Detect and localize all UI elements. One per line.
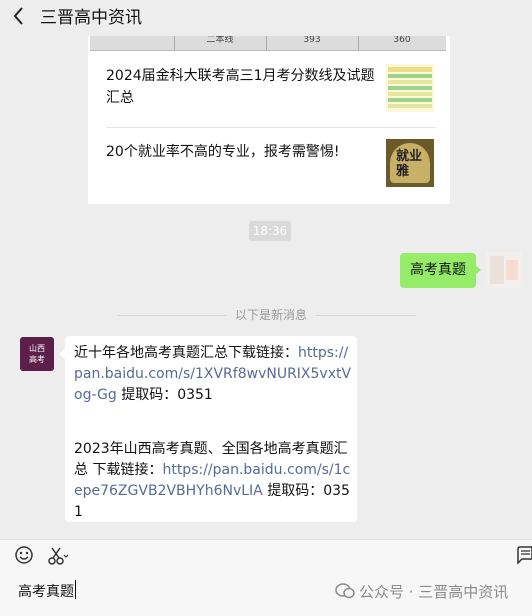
article-title[interactable]: 2024届金科大联考高三1月考分数线及试题汇总 [106,65,376,109]
bot-avatar-text: 高考 [29,355,45,364]
bot-avatar[interactable]: 山西 高考 [20,337,54,371]
chat-title: 三晋高中资讯 [40,8,142,28]
table-cell [90,36,175,50]
message-input[interactable]: 高考真题 [18,581,74,601]
bot-avatar-text: 山西 [29,344,45,353]
my-avatar[interactable] [486,252,522,288]
article-thumbnail: 就业 雅 [386,139,434,187]
table-cell: 二本线 [174,36,267,50]
avatar-shape [490,256,504,284]
wechat-official-icon [335,583,355,599]
card-divider [106,127,436,128]
table-image-strip: 二本线 393 360 [90,36,446,51]
chat-bubble-icon[interactable] [516,545,532,565]
back-icon[interactable] [12,4,26,33]
divider-line [118,315,226,316]
bot-message-bubble[interactable]: 近十年各地高考真题汇总下载链接：https://pan.baidu.com/s/… [65,336,357,522]
scissors-icon[interactable] [47,546,69,566]
article-card[interactable]: 二本线 393 360 2024届金科大联考高三1月考分数线及试题汇总 20个就… [88,36,450,204]
extract-code: 提取码：0351 [116,387,213,403]
title-bar: 三晋高中资讯 [0,0,532,36]
new-messages-label: 以下是新消息 [234,308,307,322]
watermark-text: 公众号 · 三晋高中资讯 [359,583,509,601]
message-paragraph: 2023年山西高考真题、全国各地高考真题汇总 下载链接：https://pan.… [74,439,352,523]
article-item[interactable]: 20个就业率不高的专业，报考需警惕! 就业 雅 [88,136,450,196]
emoji-icon[interactable] [14,545,34,565]
text-caret [75,580,76,599]
message-timestamp: 18:36 [249,221,291,241]
my-message-bubble[interactable]: 高考真题 [400,253,476,288]
bubble-tail [474,264,481,276]
divider-line [316,315,416,316]
table-cell: 393 [266,36,359,50]
message-paragraph: 近十年各地高考真题汇总下载链接：https://pan.baidu.com/s/… [74,343,352,406]
table-cell: 360 [393,36,411,45]
watermark: 公众号 · 三晋高中资讯 [335,581,508,602]
article-item[interactable]: 2024届金科大联考高三1月考分数线及试题汇总 [88,62,450,122]
thumbnail-text: 就业 雅 [396,149,423,179]
article-thumbnail [386,64,434,112]
article-title[interactable]: 20个就业率不高的专业，报考需警惕! [106,141,376,163]
avatar-shape [506,260,518,280]
input-bar [0,539,532,616]
message-text: 近十年各地高考真题汇总下载链接： [74,345,298,361]
